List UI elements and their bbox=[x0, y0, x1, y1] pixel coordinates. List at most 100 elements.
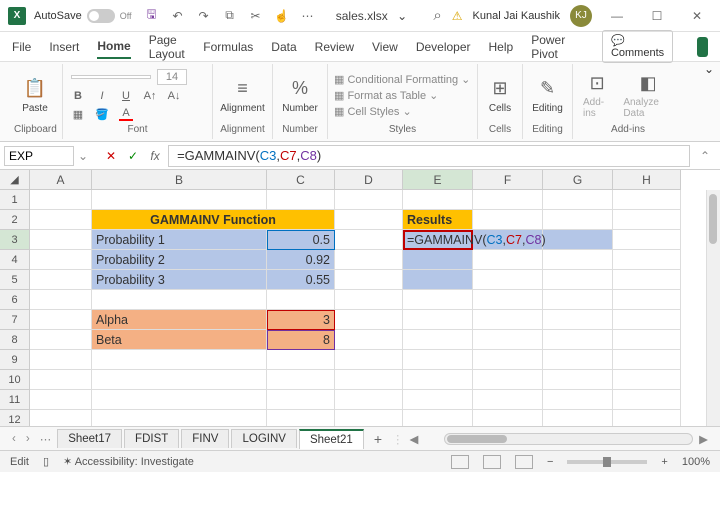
collapse-ribbon-icon[interactable]: ⌄ bbox=[704, 62, 714, 76]
font-size-box[interactable]: 14 bbox=[157, 69, 187, 85]
row-header[interactable]: 9 bbox=[0, 350, 30, 370]
touch-icon[interactable]: ☝ bbox=[274, 8, 290, 24]
cell-c7[interactable]: 3 bbox=[267, 310, 335, 330]
cell-c5[interactable]: 0.55 bbox=[267, 270, 335, 290]
row-header[interactable]: 6 bbox=[0, 290, 30, 310]
expand-formula-icon[interactable]: ⌃ bbox=[694, 149, 716, 163]
select-all-corner[interactable]: ◢ bbox=[0, 170, 30, 190]
hscroll-right-icon[interactable]: ▶ bbox=[695, 432, 712, 446]
autosave-toggle[interactable]: AutoSave Off bbox=[34, 9, 132, 23]
addins-button[interactable]: ⊡Add-ins bbox=[579, 69, 615, 121]
row-header[interactable]: 12 bbox=[0, 410, 30, 426]
zoom-level[interactable]: 100% bbox=[682, 456, 710, 468]
row-header[interactable]: 10 bbox=[0, 370, 30, 390]
cancel-formula-icon[interactable]: ✕ bbox=[102, 149, 120, 163]
minimize-button[interactable]: — bbox=[602, 9, 632, 23]
row-header[interactable]: 1 bbox=[0, 190, 30, 210]
font-color-icon[interactable]: A bbox=[119, 107, 133, 121]
border-icon[interactable]: ▦ bbox=[71, 107, 85, 121]
add-sheet-icon[interactable]: + bbox=[366, 431, 390, 447]
tab-formulas[interactable]: Formulas bbox=[203, 36, 253, 58]
fill-color-icon[interactable]: 🪣 bbox=[95, 107, 109, 121]
sheet-more-icon[interactable]: ⋯ bbox=[36, 432, 56, 446]
sheet-nav-next-icon[interactable]: › bbox=[22, 433, 34, 445]
format-as-table-button[interactable]: ▦ Format as Table ⌄ bbox=[334, 89, 438, 102]
scrollbar-thumb[interactable] bbox=[709, 194, 717, 244]
tab-home[interactable]: Home bbox=[97, 35, 130, 59]
enter-formula-icon[interactable]: ✓ bbox=[124, 149, 142, 163]
conditional-formatting-button[interactable]: ▦ Conditional Formatting ⌄ bbox=[334, 73, 470, 86]
vertical-scrollbar[interactable] bbox=[706, 190, 720, 426]
more-icon[interactable]: ⋯ bbox=[300, 8, 316, 24]
cell-c4[interactable]: 0.92 bbox=[267, 250, 335, 270]
redo-icon[interactable]: ↷ bbox=[196, 8, 212, 24]
row-header[interactable]: 7 bbox=[0, 310, 30, 330]
name-box[interactable] bbox=[4, 146, 74, 166]
tab-view[interactable]: View bbox=[372, 36, 398, 58]
user-avatar[interactable]: KJ bbox=[570, 5, 592, 27]
share-button[interactable] bbox=[697, 37, 708, 57]
scrollbar-thumb[interactable] bbox=[447, 435, 507, 443]
formula-input[interactable]: =GAMMAINV(C3,C7,C8) bbox=[168, 145, 690, 167]
cell-b7[interactable]: Alpha bbox=[92, 310, 267, 330]
tab-file[interactable]: File bbox=[12, 36, 31, 58]
tab-insert[interactable]: Insert bbox=[49, 36, 79, 58]
zoom-in-icon[interactable]: + bbox=[661, 456, 667, 468]
cell-c3[interactable]: 0.5 bbox=[267, 230, 335, 250]
horizontal-scrollbar[interactable] bbox=[444, 433, 693, 445]
paste-button[interactable]: 📋Paste bbox=[18, 75, 52, 116]
col-header[interactable]: E bbox=[403, 170, 473, 190]
fx-icon[interactable]: fx bbox=[146, 149, 164, 163]
col-header[interactable]: D bbox=[335, 170, 403, 190]
row-header[interactable]: 4 bbox=[0, 250, 30, 270]
copy-icon[interactable]: ⧉ bbox=[222, 8, 238, 24]
editing-button[interactable]: ✎Editing bbox=[528, 75, 567, 116]
sheet-tab[interactable]: Sheet17 bbox=[57, 429, 122, 448]
increase-font-icon[interactable]: A↑ bbox=[143, 89, 157, 103]
col-header[interactable]: G bbox=[543, 170, 613, 190]
row-header[interactable]: 11 bbox=[0, 390, 30, 410]
view-normal-icon[interactable] bbox=[451, 455, 469, 469]
cell-e2[interactable]: Results bbox=[403, 210, 473, 230]
warning-icon[interactable]: ⚠ bbox=[452, 9, 463, 23]
decrease-font-icon[interactable]: A↓ bbox=[167, 89, 181, 103]
cell-c8[interactable]: 8 bbox=[267, 330, 335, 350]
sheet-tab-active[interactable]: Sheet21 bbox=[299, 429, 364, 449]
cell-b5[interactable]: Probability 3 bbox=[92, 270, 267, 290]
sheet-tab[interactable]: FDIST bbox=[124, 429, 179, 448]
underline-icon[interactable]: U bbox=[119, 89, 133, 103]
sheet-tab[interactable]: FINV bbox=[181, 429, 229, 448]
maximize-button[interactable]: ☐ bbox=[642, 9, 672, 23]
zoom-slider[interactable] bbox=[567, 460, 647, 464]
hscroll-left-icon[interactable]: ◀ bbox=[406, 432, 423, 446]
cell-b4[interactable]: Probability 2 bbox=[92, 250, 267, 270]
sheet-nav-prev-icon[interactable]: ‹ bbox=[8, 433, 20, 445]
tab-power-pivot[interactable]: Power Pivot bbox=[531, 29, 566, 65]
col-header[interactable]: H bbox=[613, 170, 681, 190]
col-header[interactable]: C bbox=[267, 170, 335, 190]
col-header[interactable]: F bbox=[473, 170, 543, 190]
search-icon[interactable]: ⌕ bbox=[433, 7, 441, 24]
zoom-thumb[interactable] bbox=[603, 457, 611, 467]
number-button[interactable]: %Number bbox=[278, 75, 322, 116]
cell-b2c2[interactable]: GAMMAINV Function bbox=[92, 210, 335, 230]
zoom-out-icon[interactable]: − bbox=[547, 456, 553, 468]
tab-page-layout[interactable]: Page Layout bbox=[149, 29, 186, 65]
cut-icon[interactable]: ✂ bbox=[248, 8, 264, 24]
alignment-button[interactable]: ≡Alignment bbox=[216, 75, 268, 116]
close-button[interactable]: ✕ bbox=[682, 9, 712, 23]
comments-button[interactable]: 💬 Comments bbox=[602, 30, 673, 63]
accessibility-status[interactable]: ✶ Accessibility: Investigate bbox=[63, 455, 194, 468]
analyze-data-button[interactable]: ◧Analyze Data bbox=[619, 69, 677, 121]
col-header[interactable]: A bbox=[30, 170, 92, 190]
font-name-box[interactable] bbox=[71, 75, 151, 79]
view-page-icon[interactable] bbox=[483, 455, 501, 469]
cell-styles-button[interactable]: ▦ Cell Styles ⌄ bbox=[334, 105, 412, 118]
filename[interactable]: sales.xlsx ⌄ bbox=[316, 9, 434, 23]
cell-e3-active[interactable] bbox=[403, 230, 473, 250]
sheet-tab[interactable]: LOGINV bbox=[231, 429, 296, 448]
row-header[interactable]: 2 bbox=[0, 210, 30, 230]
tab-developer[interactable]: Developer bbox=[416, 36, 471, 58]
view-break-icon[interactable] bbox=[515, 455, 533, 469]
tab-help[interactable]: Help bbox=[489, 36, 514, 58]
